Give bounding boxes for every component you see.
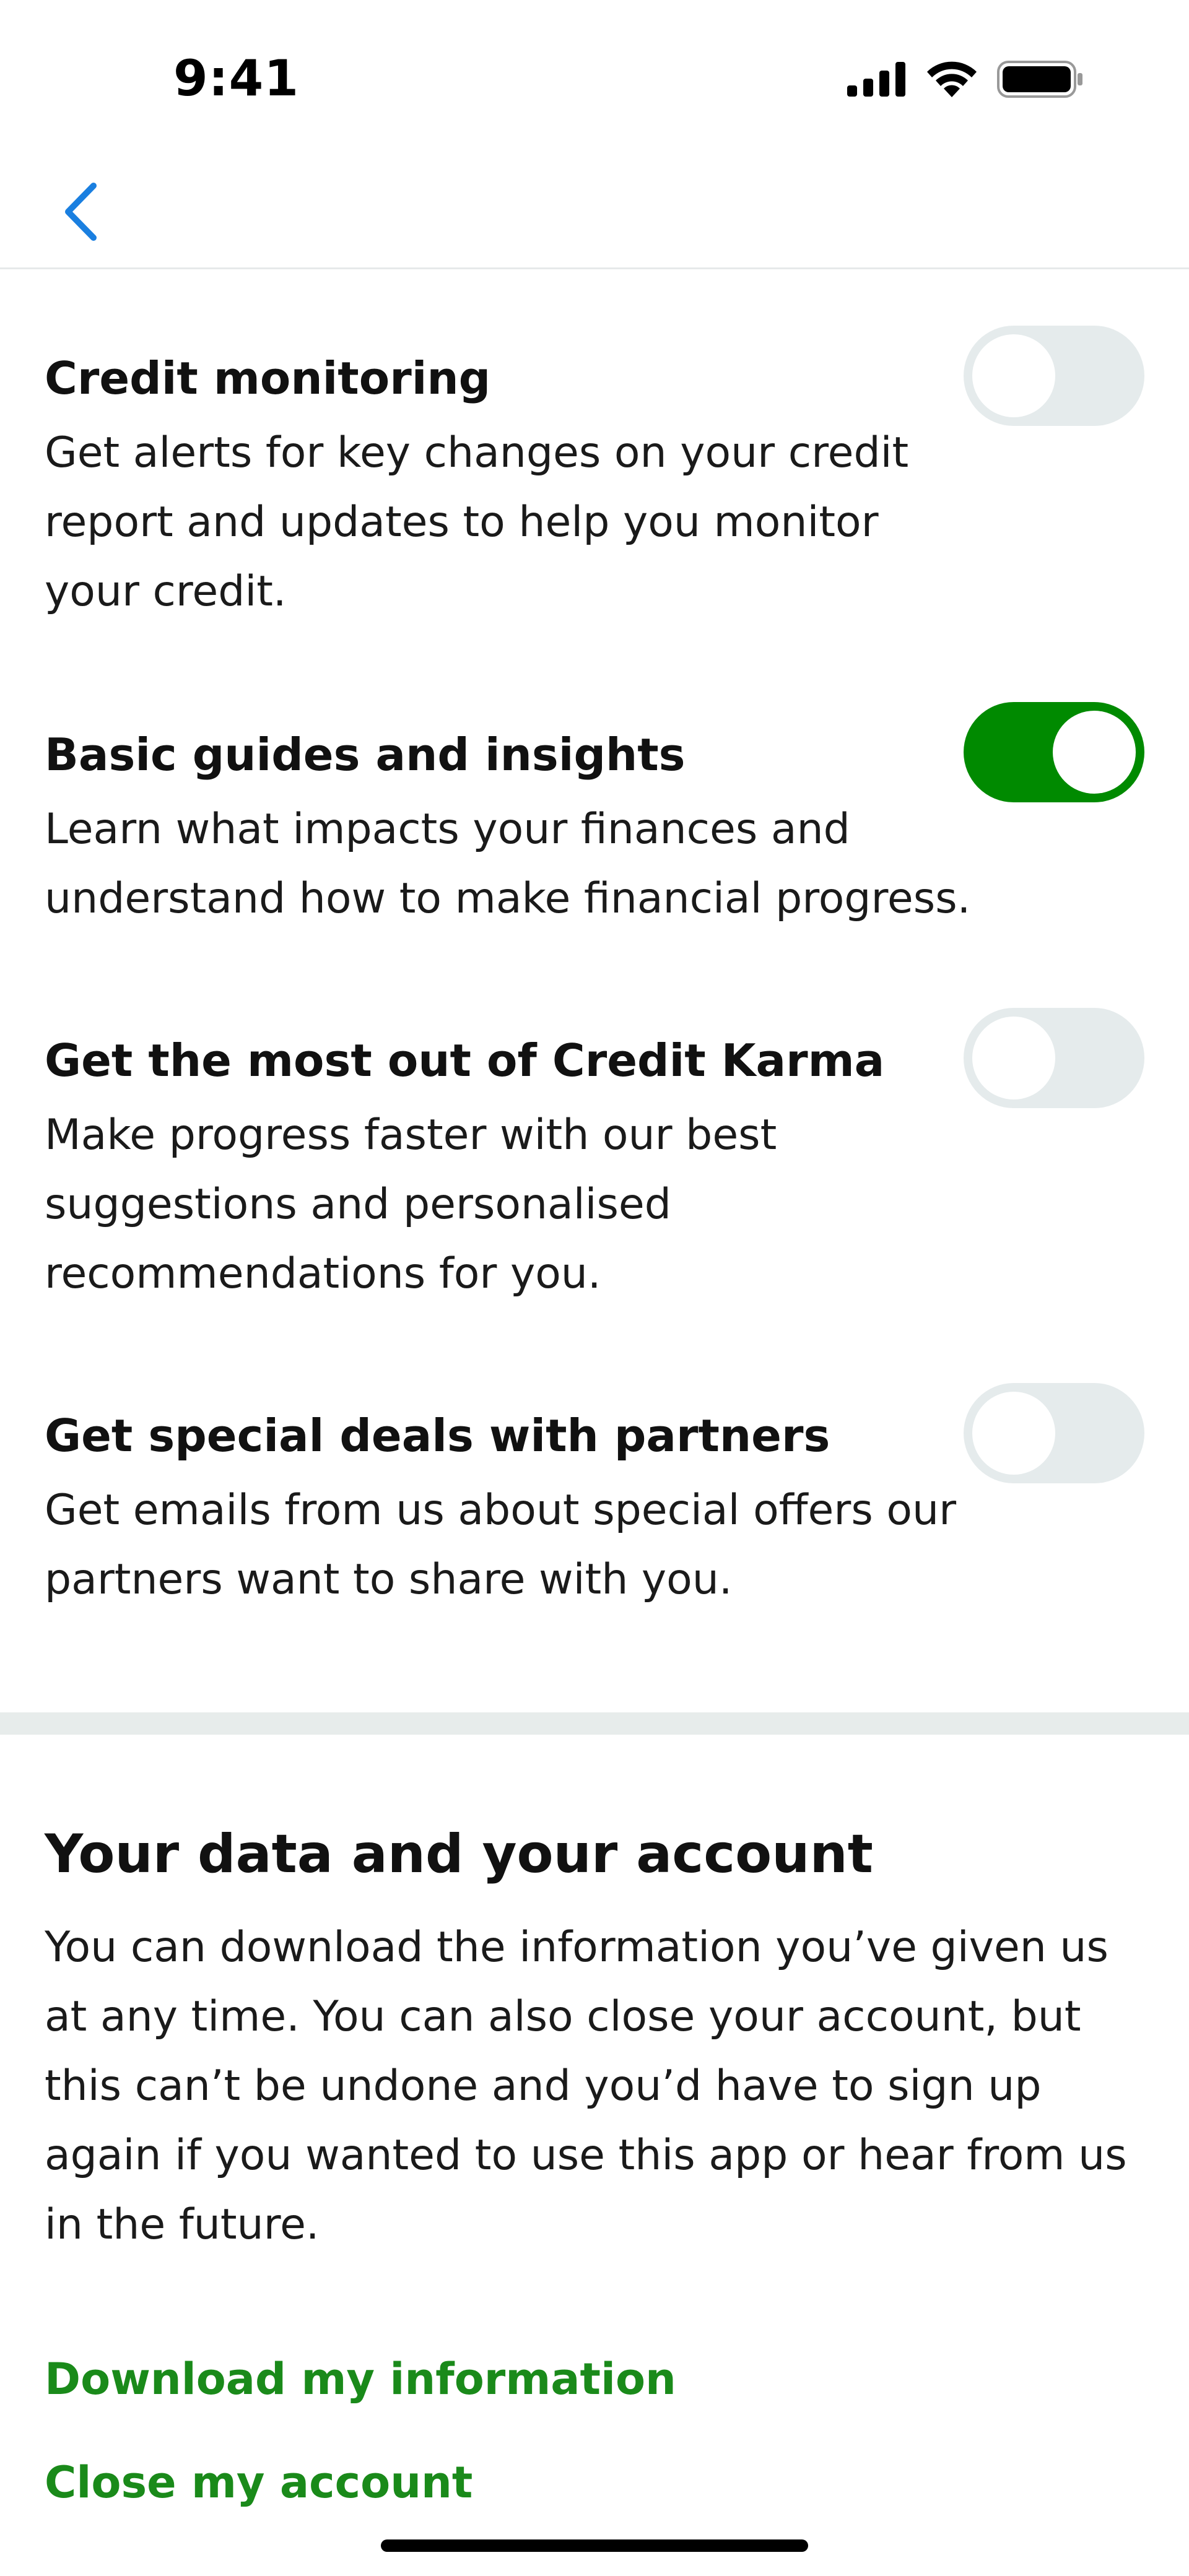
credit-monitoring-toggle[interactable] bbox=[964, 326, 1144, 426]
wifi-icon bbox=[925, 60, 978, 101]
status-bar: 9:41 bbox=[0, 0, 1189, 161]
section-divider bbox=[0, 1712, 1189, 1735]
chevron-left-icon bbox=[59, 181, 103, 245]
preference-title: Credit monitoring bbox=[45, 352, 491, 404]
preference-title: Get special deals with partners bbox=[45, 1410, 830, 1462]
preference-description: Get alerts for key changes on your credi… bbox=[45, 428, 909, 616]
preference-description: Learn what impacts your finances and und… bbox=[45, 805, 971, 923]
toggle-knob bbox=[1053, 711, 1136, 794]
basic-guides-toggle[interactable] bbox=[964, 702, 1144, 802]
nav-bar bbox=[0, 161, 1189, 269]
download-my-information-link[interactable]: Download my information bbox=[45, 2351, 676, 2407]
preference-basic-guides: Basic guides and insights Learn what imp… bbox=[45, 702, 1144, 934]
cellular-signal-icon bbox=[847, 62, 907, 99]
status-icons bbox=[847, 56, 1084, 105]
toggle-knob bbox=[972, 1392, 1055, 1475]
most-out-of-credit-karma-toggle[interactable] bbox=[964, 1008, 1144, 1108]
preference-title: Get the most out of Credit Karma bbox=[45, 1034, 885, 1086]
preference-credit-monitoring: Credit monitoring Get alerts for key cha… bbox=[45, 326, 1144, 627]
data-section-description: You can download the information you’ve … bbox=[45, 1923, 1127, 2249]
toggle-knob bbox=[972, 334, 1055, 417]
preference-most-out-of-credit-karma: Get the most out of Credit Karma Make pr… bbox=[45, 1008, 1144, 1309]
special-deals-toggle[interactable] bbox=[964, 1383, 1144, 1483]
back-button[interactable] bbox=[47, 176, 115, 250]
home-indicator bbox=[381, 2539, 808, 2552]
data-section-title: Your data and your account bbox=[45, 1823, 873, 1885]
close-my-account-link[interactable]: Close my account bbox=[45, 2455, 473, 2510]
battery-icon bbox=[997, 61, 1084, 100]
preference-description: Make progress faster with our best sugge… bbox=[45, 1111, 777, 1298]
preference-title: Basic guides and insights bbox=[45, 729, 686, 781]
preference-description: Get emails from us about special offers … bbox=[45, 1486, 957, 1604]
toggle-knob bbox=[972, 1017, 1055, 1099]
preference-special-deals: Get special deals with partners Get emai… bbox=[45, 1383, 1144, 1615]
status-time: 9:41 bbox=[173, 50, 299, 107]
